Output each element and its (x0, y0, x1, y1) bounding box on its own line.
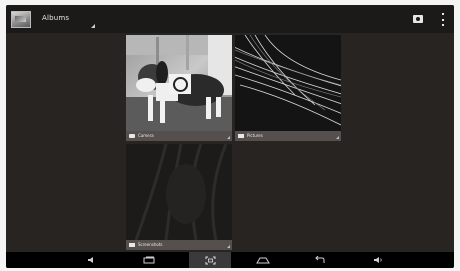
overflow-dot-icon (442, 24, 444, 26)
album-corner-icon (227, 245, 230, 248)
screenshot-button[interactable] (199, 252, 221, 268)
volume-down-icon (88, 257, 93, 263)
folder-icon (129, 243, 135, 247)
overflow-dot-icon (442, 18, 444, 21)
album-corner-icon (227, 136, 230, 139)
album-label-bar: Pictures (235, 131, 341, 141)
folder-icon (238, 134, 244, 138)
album-label-bar: Screenshots (126, 240, 232, 250)
screenshot-icon (205, 256, 215, 264)
album-label-bar: Camera (126, 131, 232, 141)
album-label: Screenshots (138, 242, 163, 247)
shutter-icon (172, 76, 188, 92)
album-thumbnail (235, 35, 341, 131)
recent-apps-icon (143, 256, 155, 264)
home-button[interactable] (251, 252, 275, 268)
camera-button[interactable] (411, 13, 424, 25)
camera-shutter-overlay[interactable] (169, 74, 191, 94)
navigation-bar (6, 252, 454, 268)
tablet-screen: Albums Camera Pictures Screenshots (6, 5, 454, 268)
volume-up-icon (373, 257, 382, 263)
album-label: Pictures (247, 133, 263, 138)
back-icon (315, 256, 325, 263)
album-tile-screenshots[interactable]: Screenshots (126, 144, 232, 250)
album-spinner-title[interactable]: Albums (42, 14, 69, 22)
camera-icon (129, 134, 135, 138)
overflow-menu-button[interactable] (440, 13, 446, 26)
album-label: Camera (138, 133, 154, 138)
album-corner-icon (336, 136, 339, 139)
volume-up-button[interactable] (368, 252, 388, 268)
recent-apps-button[interactable] (137, 252, 161, 268)
back-button[interactable] (309, 252, 331, 268)
gallery-icon[interactable] (11, 11, 31, 28)
action-bar: Albums (6, 5, 454, 33)
camera-icon (412, 15, 423, 23)
home-icon (256, 257, 270, 264)
album-tile-pictures[interactable]: Pictures (235, 35, 341, 141)
volume-down-button[interactable] (82, 252, 102, 268)
spinner-dropdown-icon[interactable] (91, 24, 95, 28)
overflow-dot-icon (442, 13, 444, 15)
album-thumbnail (126, 144, 232, 241)
album-tile-camera[interactable]: Camera (126, 35, 232, 141)
